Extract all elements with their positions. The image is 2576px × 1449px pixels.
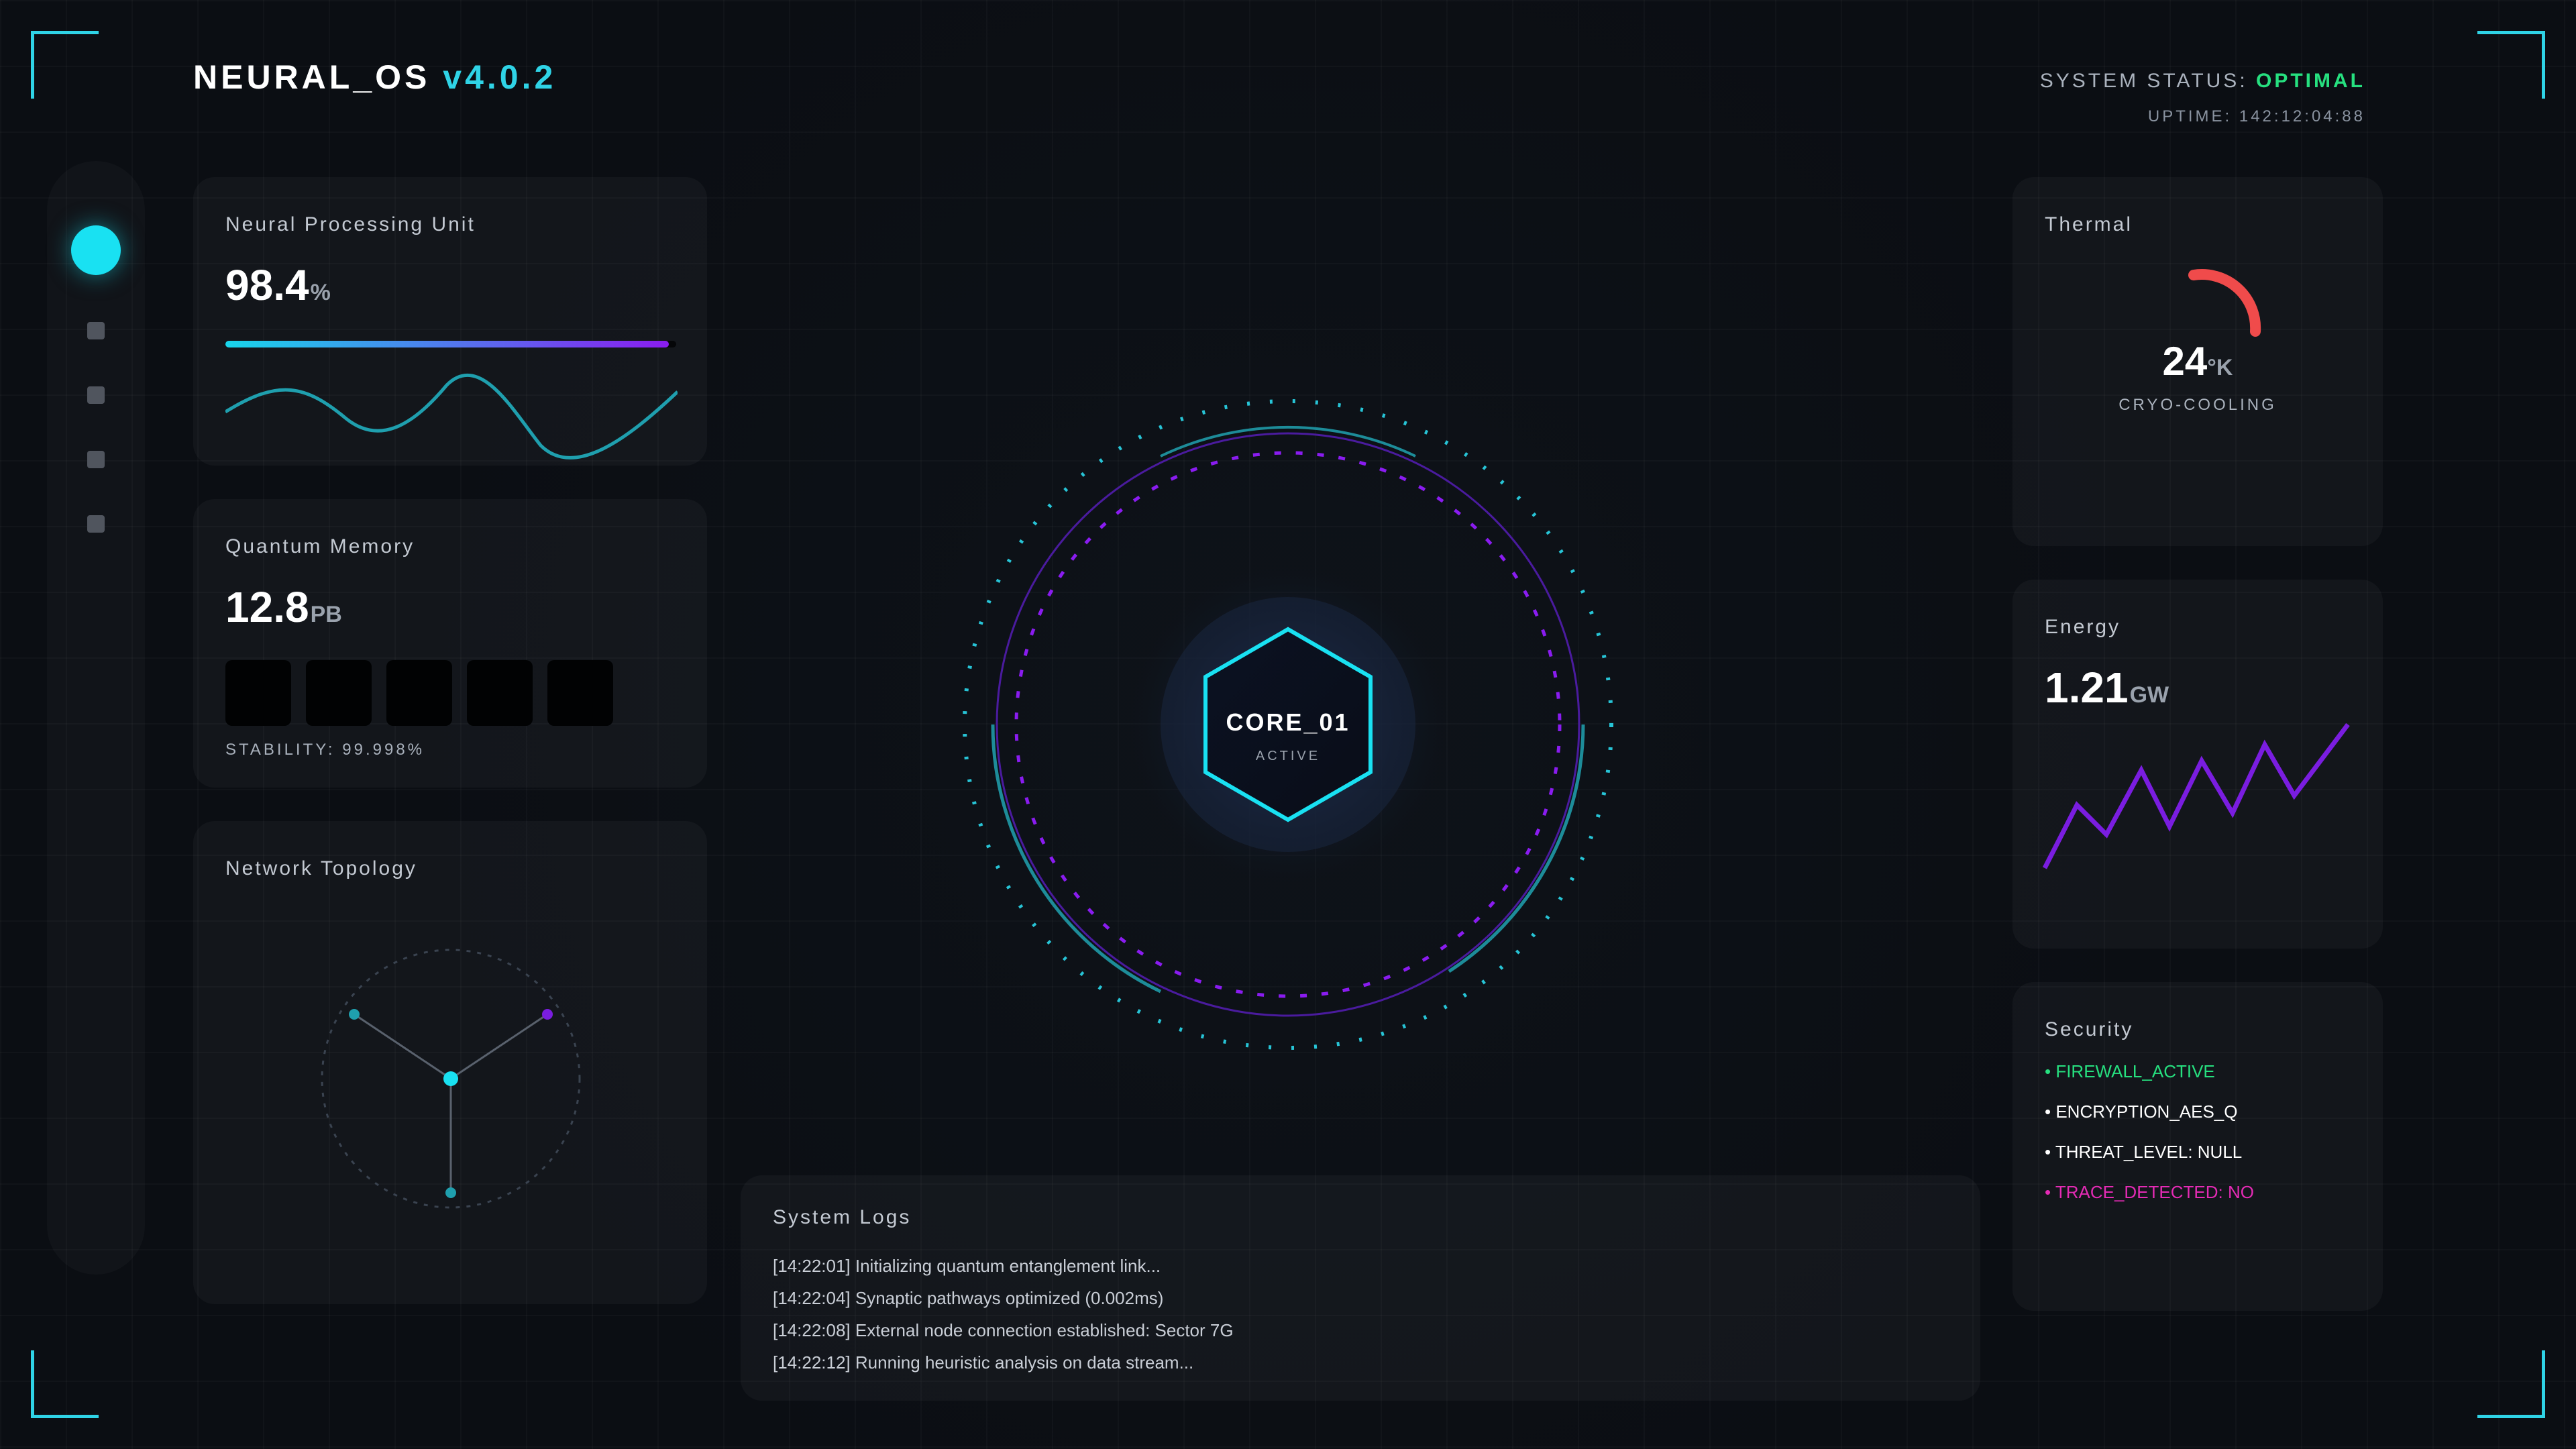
memory-title: Quantum Memory — [225, 535, 415, 557]
log-line: [14:22:12] Running heuristic analysis on… — [773, 1352, 1194, 1373]
sidebar-nav — [47, 161, 145, 1275]
memory-value-number: 12.8 — [225, 583, 309, 631]
nav-item-square-icon[interactable] — [87, 515, 105, 533]
npu-progress-bar — [225, 341, 676, 347]
energy-series-line — [2042, 722, 2350, 869]
npu-card: Neural Processing Unit 98.4% — [193, 177, 707, 466]
network-node[interactable] — [349, 1009, 360, 1020]
thermal-card: Thermal 24°K CRYO-COOLING — [2012, 177, 2383, 546]
network-hub-node[interactable] — [443, 1071, 458, 1086]
thermal-value-number: 24 — [2162, 339, 2208, 384]
version-label: v4.0.2 — [443, 58, 557, 96]
security-title: Security — [2045, 1018, 2134, 1040]
npu-value-number: 98.4 — [225, 261, 309, 309]
thermal-unit: °K — [2207, 355, 2233, 380]
npu-wave-chart — [225, 373, 678, 460]
memory-value: 12.8PB — [225, 582, 342, 632]
memory-block — [306, 660, 372, 726]
nav-item-square-icon[interactable] — [87, 322, 105, 339]
brand-name: NEURAL_OS — [193, 58, 431, 96]
core-reactor: CORE_01 ACTIVE — [939, 376, 1637, 1073]
thermal-title: Thermal — [2045, 213, 2133, 235]
network-topology-graph — [321, 949, 581, 1209]
security-item-trace: • TRACE_DETECTED: NO — [2045, 1182, 2254, 1202]
logs-title: System Logs — [773, 1206, 912, 1228]
thermal-value: 24°K — [2012, 338, 2383, 384]
memory-block — [225, 660, 291, 726]
energy-unit: GW — [2129, 682, 2169, 708]
corner-bracket-bottom-left — [31, 1350, 99, 1418]
core-state: ACTIVE — [1255, 749, 1321, 763]
network-link — [450, 1013, 548, 1080]
nav-item-square-icon[interactable] — [87, 451, 105, 468]
log-line: [14:22:08] External node connection esta… — [773, 1320, 1234, 1340]
core-name: CORE_01 — [1226, 708, 1350, 736]
memory-block — [547, 660, 613, 726]
system-logs-card: System Logs [14:22:01] Initializing quan… — [741, 1175, 1980, 1401]
corner-bracket-top-right — [2477, 31, 2545, 99]
npu-wave-line — [225, 373, 678, 460]
npu-value: 98.4% — [225, 260, 331, 310]
npu-title: Neural Processing Unit — [225, 213, 476, 235]
network-card: Network Topology — [193, 821, 707, 1304]
security-item-firewall: • FIREWALL_ACTIVE — [2045, 1061, 2215, 1081]
memory-block — [467, 660, 533, 726]
security-item-threat-level: • THREAT_LEVEL: NULL — [2045, 1142, 2243, 1162]
network-link — [354, 1013, 451, 1080]
memory-unit: PB — [310, 602, 342, 627]
network-title: Network Topology — [225, 857, 417, 879]
npu-progress-fill — [225, 341, 669, 347]
network-node[interactable] — [542, 1009, 553, 1020]
energy-title: Energy — [2045, 616, 2121, 638]
npu-unit: % — [310, 280, 331, 305]
energy-value-number: 1.21 — [2045, 663, 2129, 712]
app-title: NEURAL_OS v4.0.2 — [193, 58, 556, 97]
corner-bracket-bottom-right — [2477, 1350, 2545, 1418]
memory-card: Quantum Memory 12.8PB STABILITY: 99.998% — [193, 499, 707, 788]
corner-bracket-top-left — [31, 31, 99, 99]
security-card: Security • FIREWALL_ACTIVE • ENCRYPTION_… — [2012, 982, 2383, 1311]
log-line: [14:22:04] Synaptic pathways optimized (… — [773, 1288, 1164, 1308]
nav-item-square-icon[interactable] — [87, 386, 105, 404]
status-badge: OPTIMAL — [2256, 70, 2365, 92]
thermal-gauge-arc — [2188, 269, 2261, 337]
energy-card: Energy 1.21GW — [2012, 580, 2383, 949]
system-status: SYSTEM STATUS: OPTIMAL UPTIME: 142:12:04… — [2040, 70, 2365, 126]
status-line: SYSTEM STATUS: OPTIMAL — [2040, 70, 2365, 93]
log-line: [14:22:01] Initializing quantum entangle… — [773, 1256, 1161, 1276]
network-node[interactable] — [445, 1187, 456, 1198]
thermal-label: CRYO-COOLING — [2118, 396, 2277, 414]
energy-value: 1.21GW — [2045, 663, 2169, 712]
nav-item-active-dot-icon[interactable] — [71, 225, 121, 275]
uptime-label: UPTIME: 142:12:04:88 — [2147, 107, 2365, 125]
memory-block — [386, 660, 452, 726]
outer-arc-top — [1160, 425, 1416, 458]
status-label: SYSTEM STATUS: — [2039, 70, 2248, 92]
energy-line-chart — [2042, 722, 2350, 869]
stability-label: STABILITY: 99.998% — [225, 741, 425, 759]
security-item-encryption: • ENCRYPTION_AES_Q — [2045, 1102, 2238, 1122]
